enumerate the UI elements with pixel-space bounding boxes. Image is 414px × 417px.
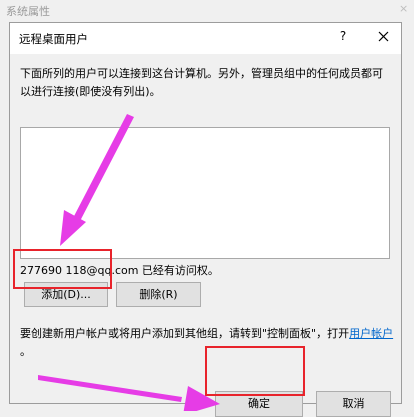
pointer-arrow — [38, 375, 220, 411]
pointer-arrow — [60, 114, 134, 246]
annotation-arrows — [38, 114, 220, 411]
